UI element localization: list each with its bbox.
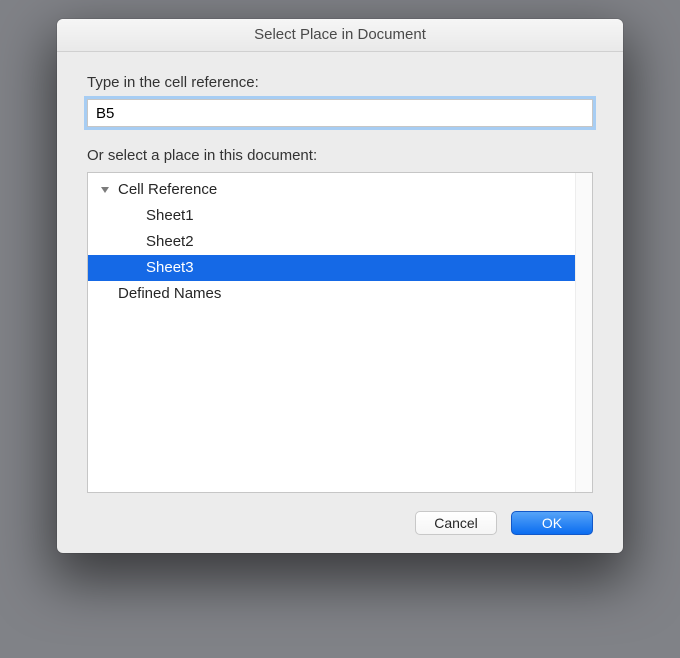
cancel-button[interactable]: Cancel [415,511,497,535]
tree-item-sheet2[interactable]: Sheet2 [88,229,575,255]
scrollbar[interactable] [575,173,592,492]
tree-item-label: Sheet3 [146,255,194,281]
select-place-dialog: Select Place in Document Type in the cel… [57,19,623,553]
cell-reference-label: Type in the cell reference: [87,74,593,91]
place-tree-container: Cell Reference Sheet1 Sheet2 Sheet3 Defi… [87,172,593,493]
select-place-label: Or select a place in this document: [87,147,593,164]
dialog-button-row: Cancel OK [87,493,593,535]
tree-group-cell-reference[interactable]: Cell Reference [88,177,575,203]
tree-group-label: Cell Reference [118,177,217,203]
tree-group-label: Defined Names [118,281,221,307]
disclosure-triangle-icon[interactable] [98,183,112,197]
dialog-content: Type in the cell reference: Or select a … [57,52,623,553]
tree-item-sheet3[interactable]: Sheet3 [88,255,575,281]
tree-item-sheet1[interactable]: Sheet1 [88,203,575,229]
tree-item-label: Sheet2 [146,229,194,255]
tree-group-defined-names[interactable]: Defined Names [88,281,575,307]
dialog-title: Select Place in Document [57,19,623,52]
tree-item-label: Sheet1 [146,203,194,229]
ok-button[interactable]: OK [511,511,593,535]
place-tree[interactable]: Cell Reference Sheet1 Sheet2 Sheet3 Defi… [88,173,575,492]
cell-reference-input[interactable] [87,99,593,127]
